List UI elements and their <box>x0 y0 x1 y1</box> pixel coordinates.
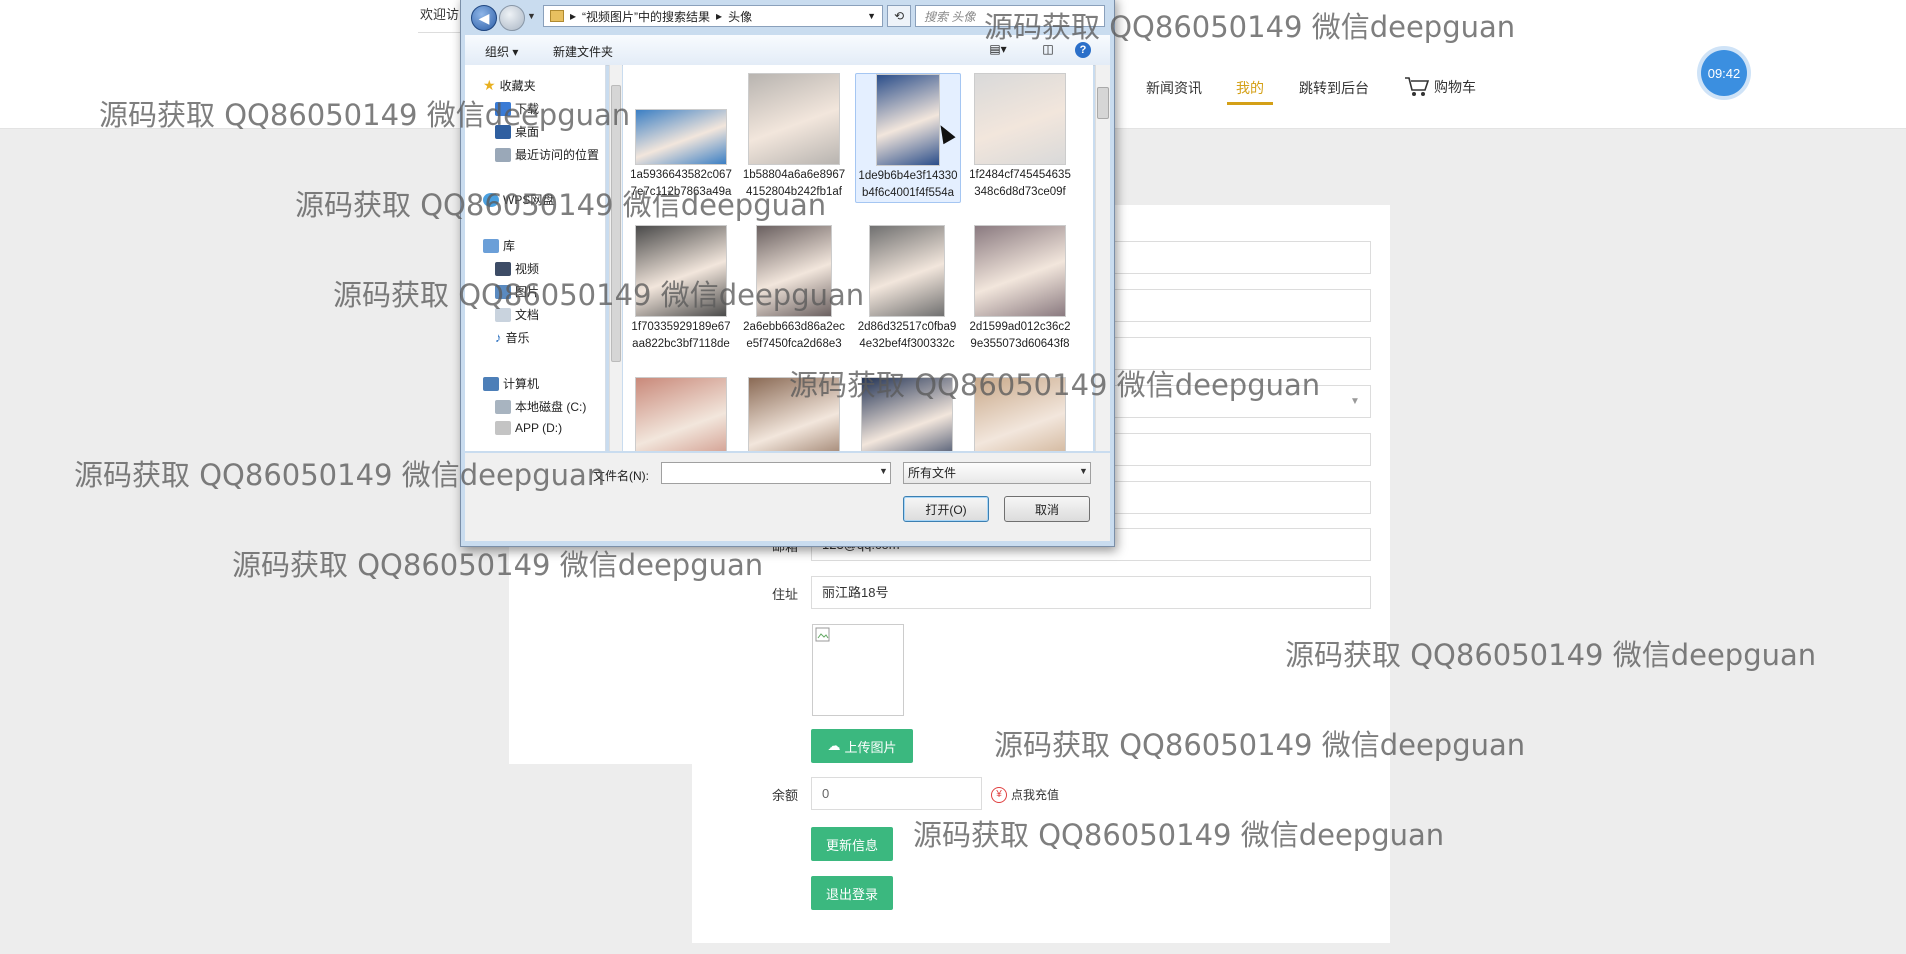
recharge-link[interactable]: ¥ 点我充值 <box>991 786 1059 803</box>
computer-label: 计算机 <box>503 377 540 391</box>
refresh-icon: ⟲ <box>893 9 905 23</box>
watermark: 源码获取 QQ86050149 微信deepguan <box>789 368 1321 402</box>
filename-input[interactable] <box>661 462 891 484</box>
cart-icon <box>1405 77 1430 96</box>
file-item[interactable]: 1f2484cf745454635348c6d8d73ce09f <box>968 73 1072 201</box>
chevron-down-icon[interactable]: ▼ <box>867 11 876 21</box>
drive-icon <box>495 421 511 435</box>
upload-label: 上传图片 <box>844 739 897 755</box>
cart-label: 购物车 <box>1434 79 1476 95</box>
nav-backend[interactable]: 跳转到后台 <box>1299 78 1369 98</box>
arrow-left-icon: ◀ <box>478 9 490 26</box>
breadcrumb-search-results[interactable]: “视频图片”中的搜索结果 <box>582 8 710 25</box>
active-nav-indicator <box>1227 102 1273 105</box>
logout-button[interactable]: 退出登录 <box>811 876 893 910</box>
nav-local-disk[interactable]: 本地磁盘 (C:) <box>495 398 586 415</box>
file-name: 1de9b6b4e3f14330b4f6c4001f4f554a <box>858 170 958 199</box>
image-thumbnail <box>635 377 727 451</box>
image-thumbnail <box>748 73 840 165</box>
file-name: 2a6ebb663d86a2ece5f7450fca2d68e3 <box>743 321 845 350</box>
file-name: 2d86d32517c0fba94e32bef4f300332c <box>857 321 957 350</box>
recent-places-icon <box>495 147 511 162</box>
avatar-preview <box>812 624 904 716</box>
file-item[interactable]: 2d86d32517c0fba94e32bef4f300332c <box>855 225 959 353</box>
nav-recent[interactable]: 最近访问的位置 <box>495 146 599 163</box>
breadcrumb-folder[interactable]: 头像 <box>728 8 752 25</box>
update-info-button[interactable]: 更新信息 <box>811 827 893 861</box>
open-button[interactable]: 打开(O) <box>903 496 989 522</box>
watermark: 源码获取 QQ86050149 微信deepguan <box>99 98 631 132</box>
local-disk-label: 本地磁盘 (C:) <box>515 400 587 414</box>
image-thumbnail <box>876 74 940 166</box>
chevron-down-icon[interactable]: ▼ <box>1079 466 1088 476</box>
nav-news[interactable]: 新闻资讯 <box>1146 78 1202 98</box>
yen-icon: ¥ <box>991 786 1007 803</box>
file-scrollbar-thumb[interactable] <box>1097 87 1109 119</box>
file-name: 2d1599ad012c36c29e355073d60643f8 <box>969 321 1071 350</box>
watermark: 源码获取 QQ86050149 微信deepguan <box>232 548 764 582</box>
library-icon <box>483 238 499 253</box>
cloud-upload-icon: ☁ <box>827 738 841 753</box>
image-thumbnail <box>869 225 945 317</box>
address-label: 住址 <box>772 587 799 602</box>
music-icon: ♪ <box>495 330 502 345</box>
watermark: 源码获取 QQ86050149 微信deepguan <box>74 458 606 492</box>
file-item[interactable]: 2d1599ad012c36c29e355073d60643f8 <box>968 225 1072 353</box>
broken-image-icon <box>815 627 830 642</box>
nav-music[interactable]: ♪ 音乐 <box>495 329 530 346</box>
back-button[interactable]: ◀ <box>471 5 497 31</box>
app-disk-label: APP (D:) <box>515 421 563 435</box>
file-name: 1f70335929189e67aa822bc3bf7118de <box>631 321 731 350</box>
nav-mine[interactable]: 我的 <box>1236 78 1264 98</box>
breadcrumb-separator-icon: ▸ <box>570 9 577 23</box>
nav-libraries[interactable]: 库 <box>483 237 515 254</box>
breadcrumb-separator-icon: ▸ <box>716 9 723 23</box>
nav-app-disk[interactable]: APP (D:) <box>495 421 562 435</box>
balance-label: 余额 <box>772 788 799 803</box>
breadcrumb[interactable]: ▸ “视频图片”中的搜索结果 ▸ 头像 ▼ <box>543 5 883 27</box>
libraries-label: 库 <box>503 239 516 253</box>
new-folder-button[interactable]: 新建文件夹 <box>553 43 613 60</box>
chevron-down-icon[interactable]: ▼ <box>879 466 888 476</box>
file-item[interactable] <box>629 377 733 451</box>
image-thumbnail <box>635 109 727 165</box>
recent-label: 最近访问的位置 <box>515 148 600 162</box>
recharge-label: 点我充值 <box>1011 788 1060 802</box>
music-label: 音乐 <box>505 331 530 345</box>
watermark: 源码获取 QQ86050149 微信deepguan <box>984 10 1516 44</box>
folder-icon <box>550 10 564 22</box>
image-thumbnail <box>974 73 1066 165</box>
upload-image-button[interactable]: ☁ 上传图片 <box>811 729 913 763</box>
refresh-button[interactable]: ⟲ <box>887 5 911 27</box>
watermark: 源码获取 QQ86050149 微信deepguan <box>994 728 1526 762</box>
chevron-down-icon[interactable]: ▼ <box>527 11 536 21</box>
file-name: 1f2484cf745454635348c6d8d73ce09f <box>969 169 1071 198</box>
watermark: 源码获取 QQ86050149 微信deepguan <box>333 278 865 312</box>
address-field[interactable]: 丽江路18号 <box>811 576 1371 609</box>
chevron-down-icon: ▼ <box>1350 396 1360 407</box>
watermark: 源码获取 QQ86050149 微信deepguan <box>1285 638 1817 672</box>
watermark: 源码获取 QQ86050149 微信deepguan <box>295 188 827 222</box>
balance-field: 0 <box>811 777 982 810</box>
organize-label: 组织 <box>485 45 510 59</box>
computer-icon <box>483 376 499 391</box>
organize-menu[interactable]: 组织 ▾ <box>485 43 518 60</box>
image-thumbnail <box>974 225 1066 317</box>
cancel-button[interactable]: 取消 <box>1004 496 1090 522</box>
file-type-select[interactable]: 所有文件 <box>903 462 1091 484</box>
nav-computer[interactable]: 计算机 <box>483 375 539 392</box>
clock-badge: 09:42 <box>1701 50 1747 96</box>
nav-cart[interactable]: 购物车 <box>1404 76 1476 98</box>
watermark: 源码获取 QQ86050149 微信deepguan <box>913 818 1445 852</box>
forward-button[interactable] <box>499 5 525 31</box>
drive-icon <box>495 399 511 414</box>
